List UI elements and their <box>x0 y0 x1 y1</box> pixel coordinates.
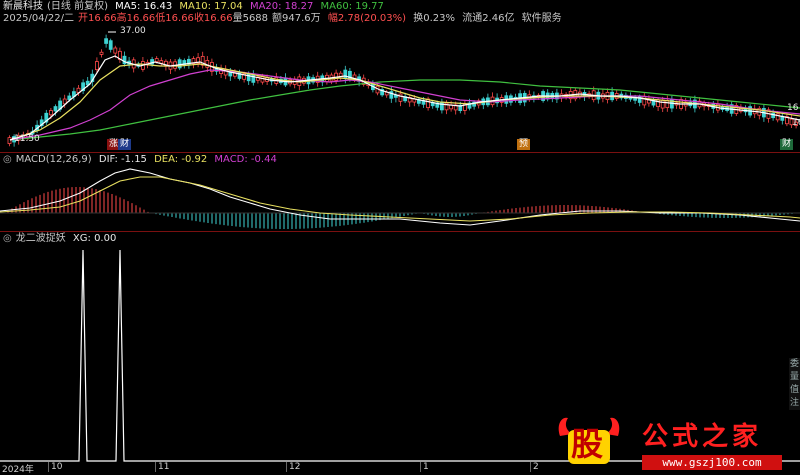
side-text-2: 量 <box>789 372 799 382</box>
candle-body <box>7 137 12 144</box>
date-label-oct: 10 <box>48 462 62 472</box>
macd-histogram <box>7 187 797 229</box>
low-price-marker: 11.50 <box>14 134 40 144</box>
candle-body <box>343 69 348 79</box>
candle-body <box>398 93 403 102</box>
event-tag-forecast[interactable]: 预 <box>517 139 531 150</box>
candle-body <box>154 58 159 62</box>
side-text-1: 委 <box>789 359 799 369</box>
logo-text: 公式之家 <box>642 422 763 452</box>
watermark-logo: 股 公式之家 www.gszj100.com <box>556 414 800 474</box>
price-panel[interactable]: 新晨科技 (日线 前复权) MA5: 16.43 MA10: 17.04 MA20… <box>0 0 800 152</box>
event-tag-financial[interactable]: 财 <box>118 139 132 150</box>
candle-body <box>95 61 99 71</box>
macd-chart <box>0 168 800 229</box>
right-price-label-2: 16 <box>792 118 800 128</box>
right-price-label-1: 16 <box>787 103 799 113</box>
candle-body <box>177 59 182 69</box>
candle-body <box>99 51 104 55</box>
side-text-4: 注 <box>789 398 799 408</box>
date-label-feb: 2 <box>530 462 539 472</box>
candle-body <box>104 38 108 44</box>
macd-panel[interactable]: ◎ MACD(12,26,9) DIF: -1.15 DEA: -0.92 MAC… <box>0 153 800 231</box>
high-price-marker: 37.00 <box>120 26 146 36</box>
side-panel-toggle[interactable]: 委 量 值 注 <box>789 358 800 410</box>
price-chart <box>7 31 800 147</box>
date-label-year: 2024年 <box>2 465 34 475</box>
candle-body <box>53 106 58 112</box>
candle-body <box>49 110 53 116</box>
candle-body <box>113 47 118 54</box>
event-tag-financial-2[interactable]: 财 <box>780 139 794 150</box>
date-label-nov: 11 <box>155 462 169 472</box>
candle-body <box>642 95 647 106</box>
candle-body <box>108 40 113 50</box>
candle-body <box>665 99 670 109</box>
logo-url: www.gszj100.com <box>642 455 782 470</box>
side-text-3: 值 <box>789 385 799 395</box>
logo-char: 股 <box>571 425 604 463</box>
candlesticks <box>7 34 798 147</box>
date-label-dec: 12 <box>286 462 300 472</box>
candle-body <box>439 101 444 111</box>
date-label-jan: 1 <box>420 462 429 472</box>
candle-body <box>660 99 665 109</box>
